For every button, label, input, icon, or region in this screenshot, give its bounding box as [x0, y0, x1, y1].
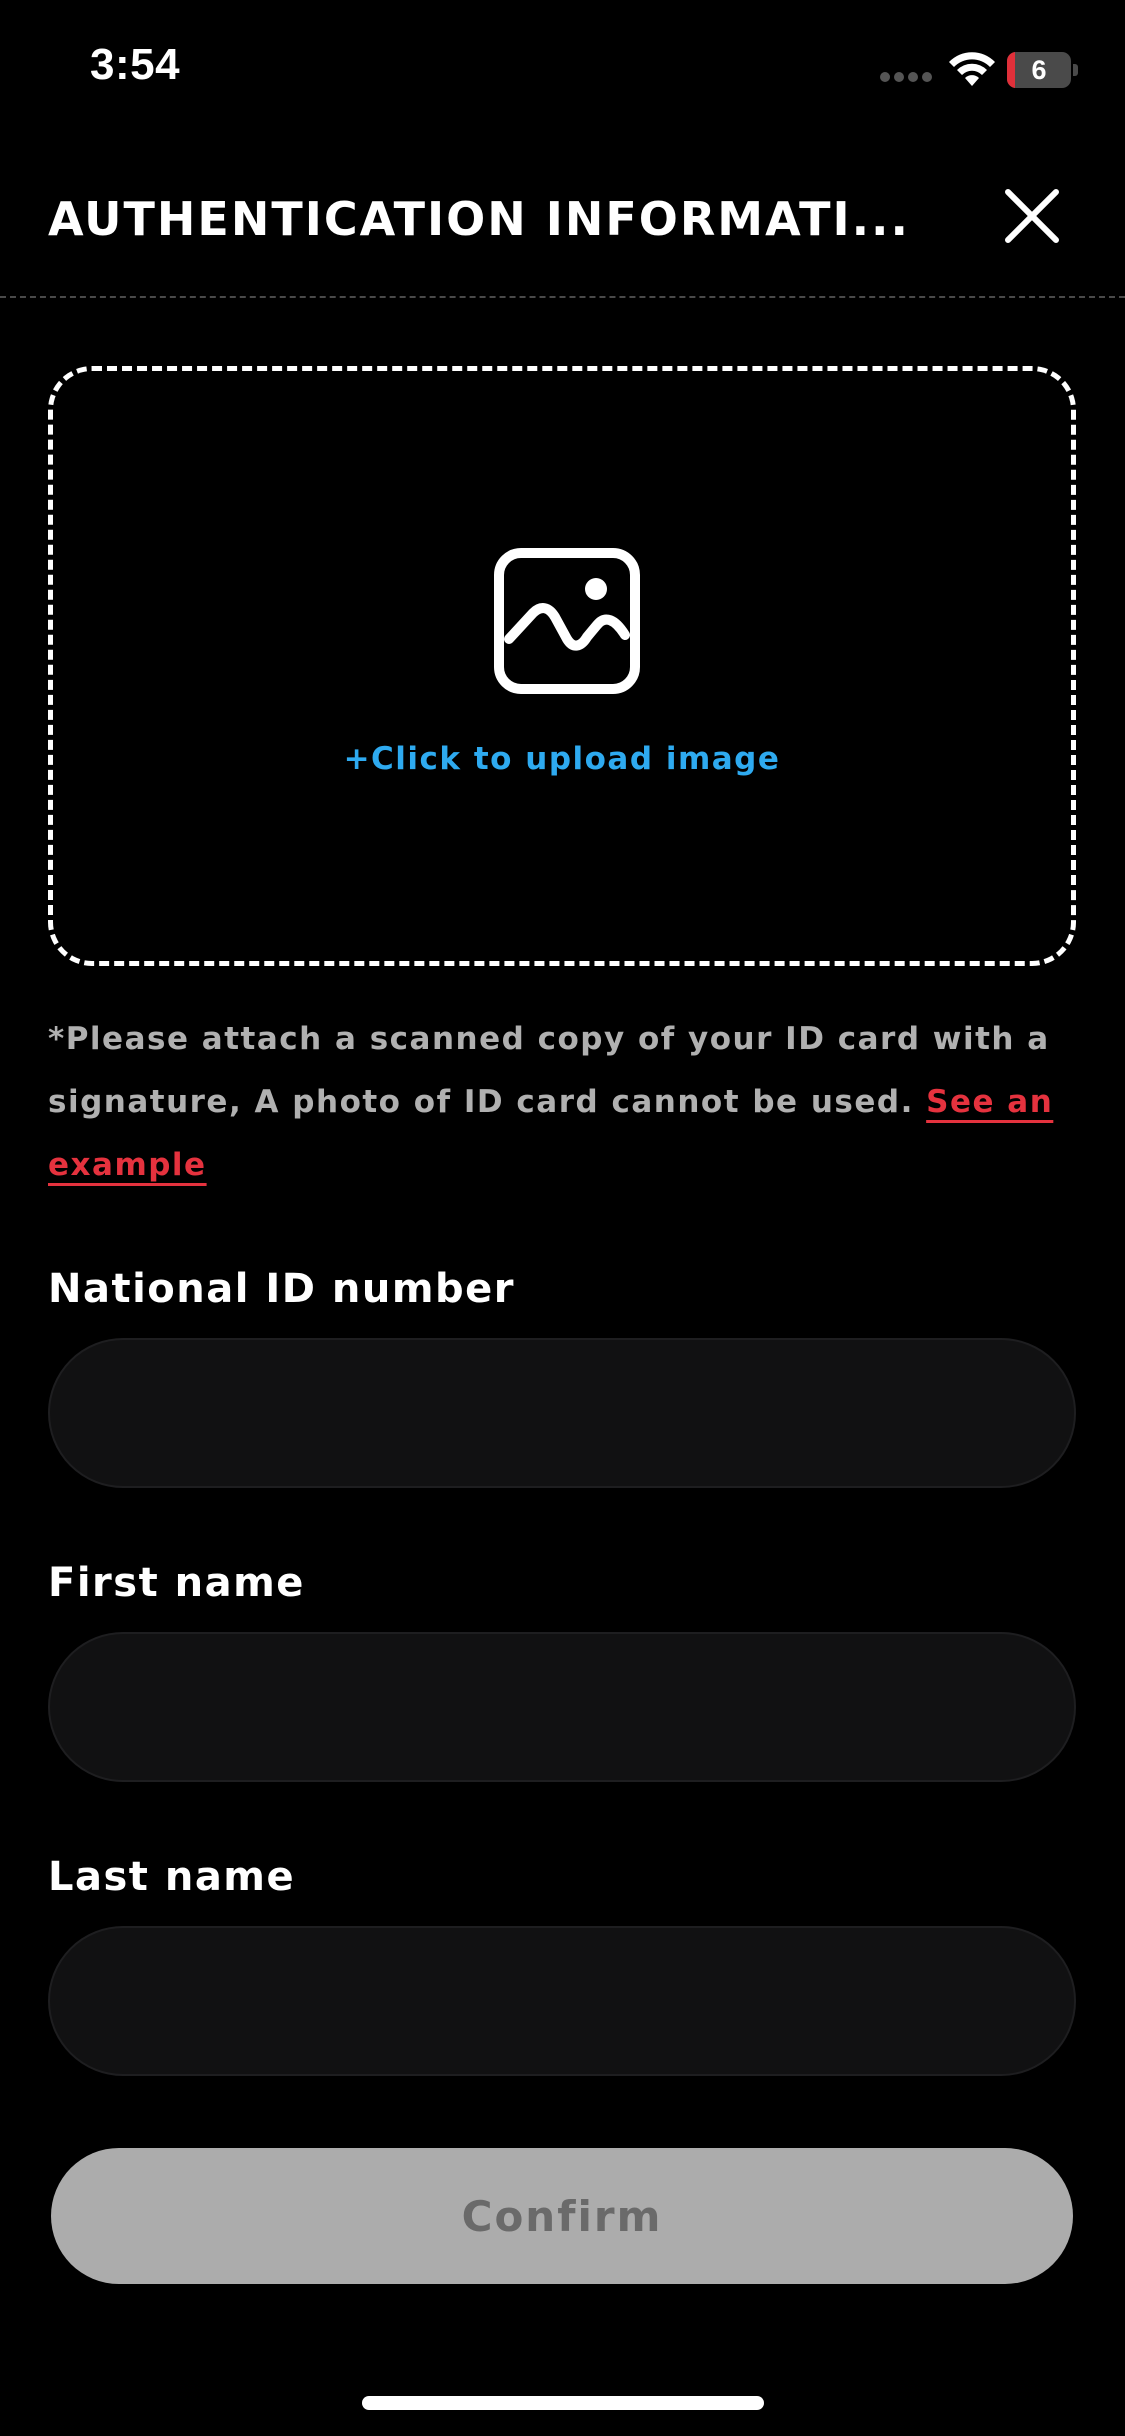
header-divider	[0, 296, 1125, 298]
close-icon	[1005, 189, 1059, 243]
close-button[interactable]	[1000, 184, 1064, 248]
id-card-notice: *Please attach a scanned copy of your ID…	[48, 1008, 1058, 1197]
confirm-button[interactable]: Confirm	[51, 2148, 1073, 2284]
battery-level: 6	[1031, 55, 1047, 85]
national-id-label: National ID number	[48, 1266, 516, 1312]
page-title: AUTHENTICATION INFORMATI...	[48, 192, 908, 246]
image-icon	[494, 548, 640, 694]
first-name-label: First name	[48, 1560, 305, 1606]
national-id-input[interactable]	[48, 1338, 1076, 1488]
status-time: 3:54	[90, 40, 181, 89]
header: AUTHENTICATION INFORMATI...	[0, 170, 1125, 298]
status-bar: 3:54 6	[0, 0, 1125, 140]
notice-text: *Please attach a scanned copy of your ID…	[48, 1021, 1050, 1120]
battery-icon: 6	[1007, 52, 1079, 88]
signal-dots-icon	[880, 72, 932, 84]
upload-label: +Click to upload image	[343, 741, 781, 777]
first-name-input[interactable]	[48, 1632, 1076, 1782]
last-name-label: Last name	[48, 1854, 296, 1900]
last-name-input[interactable]	[48, 1926, 1076, 2076]
upload-image-area[interactable]: +Click to upload image	[48, 366, 1076, 966]
home-indicator	[362, 2396, 764, 2410]
wifi-icon	[949, 52, 995, 86]
